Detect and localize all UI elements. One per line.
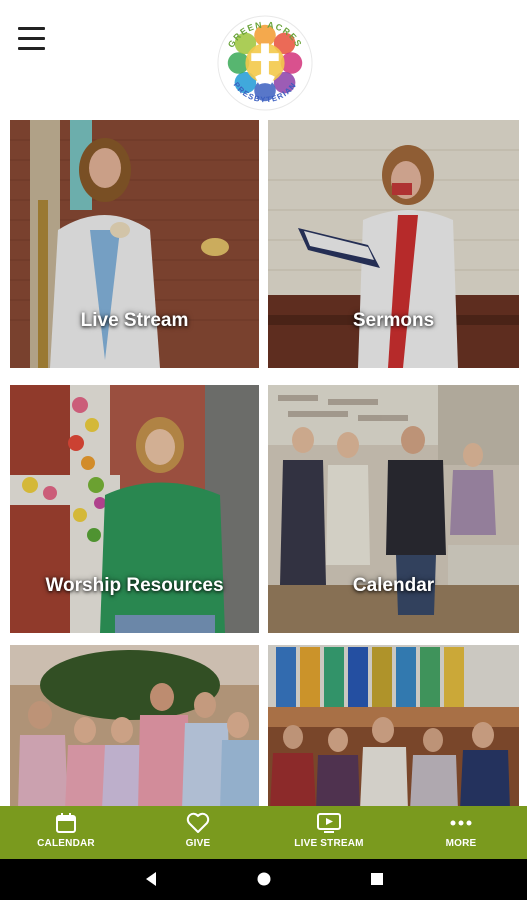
app-header: GREEN ACRES PRESBYTERIAN: [0, 0, 527, 115]
heart-icon: [186, 812, 210, 833]
home-icon[interactable]: [256, 871, 272, 887]
tab-calendar-label: CALENDAR: [37, 838, 95, 849]
tab-more[interactable]: MORE: [406, 806, 516, 859]
tile-calendar[interactable]: Calendar: [268, 385, 519, 633]
tab-live-stream-label: LIVE STREAM: [294, 838, 364, 849]
bottom-tab-bar: CALENDAR GIVE LIVE STREAM MORE: [0, 806, 527, 859]
tile-label-sermons: Sermons: [352, 310, 435, 331]
more-dots-icon: [450, 820, 472, 826]
hamburger-line: [18, 37, 45, 40]
tile-label-live-stream: Live Stream: [80, 310, 189, 331]
system-nav-bar: [0, 859, 527, 900]
tile-worship-resources[interactable]: Worship Resources: [10, 385, 259, 633]
hamburger-line: [18, 47, 45, 50]
church-logo[interactable]: GREEN ACRES PRESBYTERIAN: [216, 14, 314, 112]
tile-shade: [10, 645, 259, 810]
tile-label-worship-resources: Worship Resources: [45, 575, 224, 596]
tab-live-stream[interactable]: LIVE STREAM: [274, 806, 384, 859]
recents-icon[interactable]: [369, 871, 385, 887]
tab-calendar[interactable]: CALENDAR: [11, 806, 121, 859]
tab-give[interactable]: GIVE: [143, 806, 253, 859]
tile-shade: [268, 645, 519, 810]
tab-give-label: GIVE: [185, 838, 211, 849]
calendar-icon: [56, 813, 76, 833]
back-icon[interactable]: [143, 871, 159, 887]
tile-live-stream[interactable]: Live Stream: [10, 120, 259, 368]
tv-play-icon: [317, 813, 341, 833]
tile-youth-photo[interactable]: [10, 645, 259, 810]
tile-sanctuary-photo[interactable]: [268, 645, 519, 810]
menu-button[interactable]: [18, 27, 46, 51]
tab-more-label: MORE: [445, 838, 477, 849]
tile-sermons[interactable]: Sermons: [268, 120, 519, 368]
tile-label-calendar: Calendar: [352, 575, 435, 596]
hamburger-menu-icon: [18, 27, 45, 30]
